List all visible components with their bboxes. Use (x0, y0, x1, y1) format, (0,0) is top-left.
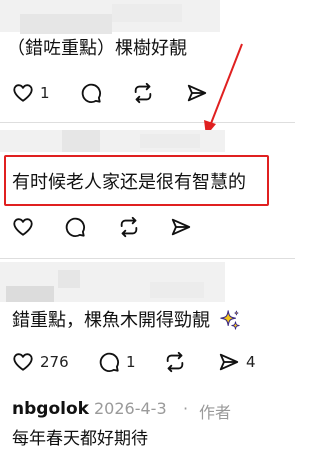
sparkles-icon (220, 310, 240, 330)
comment-text: 錯重點，棵魚木開得勁靚 (12, 310, 210, 331)
blurred-username (150, 282, 204, 298)
share-button[interactable] (170, 214, 192, 240)
comment-text: （錯咗重點）棵樹好靚 (7, 38, 187, 59)
repost-icon (120, 216, 138, 238)
speech-bubble-icon (65, 217, 85, 237)
speech-bubble-icon (99, 352, 119, 372)
blurred-username (20, 14, 112, 34)
blurred-username (58, 270, 80, 288)
blurred-username (112, 4, 182, 22)
comment-text: 有时候老人家还是很有智慧的 (12, 172, 246, 193)
comment-actions: 276 1 4 (0, 349, 295, 375)
reply-button[interactable]: 1 (98, 349, 136, 375)
like-count: 1 (40, 84, 50, 102)
reply-button[interactable] (64, 214, 86, 240)
reply-count: 1 (126, 353, 136, 371)
send-icon (219, 353, 239, 371)
repost-button[interactable] (132, 80, 154, 106)
speech-bubble-icon (81, 83, 101, 103)
blurred-username (62, 130, 100, 152)
repost-button[interactable] (164, 349, 186, 375)
divider (0, 122, 295, 123)
repost-icon (134, 82, 152, 104)
annotation-arrow (204, 43, 243, 136)
comment-actions (0, 214, 295, 240)
heart-icon (13, 218, 33, 236)
send-icon (171, 218, 191, 236)
meta-separator: · (183, 399, 189, 418)
comment-actions: 1 (0, 80, 295, 106)
comment-text: 每年春天都好⁣⁣期待 (12, 429, 148, 449)
blurred-username (140, 134, 200, 148)
heart-icon (13, 353, 33, 371)
threads-comment-feed: （錯咗重點）棵樹好靚 1 有时候老人家还是很有智慧的 錯重點，棵魚木開得勁靚 2… (0, 0, 295, 459)
author-badge: 作者 (199, 403, 232, 422)
heart-icon (13, 84, 33, 102)
share-button[interactable]: 4 (218, 349, 256, 375)
repost-button[interactable] (118, 214, 140, 240)
comment-date: 2026-4-3 (94, 399, 167, 418)
repost-icon (166, 351, 184, 373)
author-username[interactable]: nbgolok (12, 399, 89, 419)
like-count: 276 (40, 353, 69, 371)
like-button[interactable] (12, 214, 34, 240)
like-button[interactable]: 1 (12, 80, 50, 106)
divider (0, 258, 295, 259)
share-count: 4 (246, 353, 256, 371)
like-button[interactable]: 276 (12, 349, 69, 375)
blurred-username (6, 286, 54, 302)
reply-button[interactable] (80, 80, 102, 106)
